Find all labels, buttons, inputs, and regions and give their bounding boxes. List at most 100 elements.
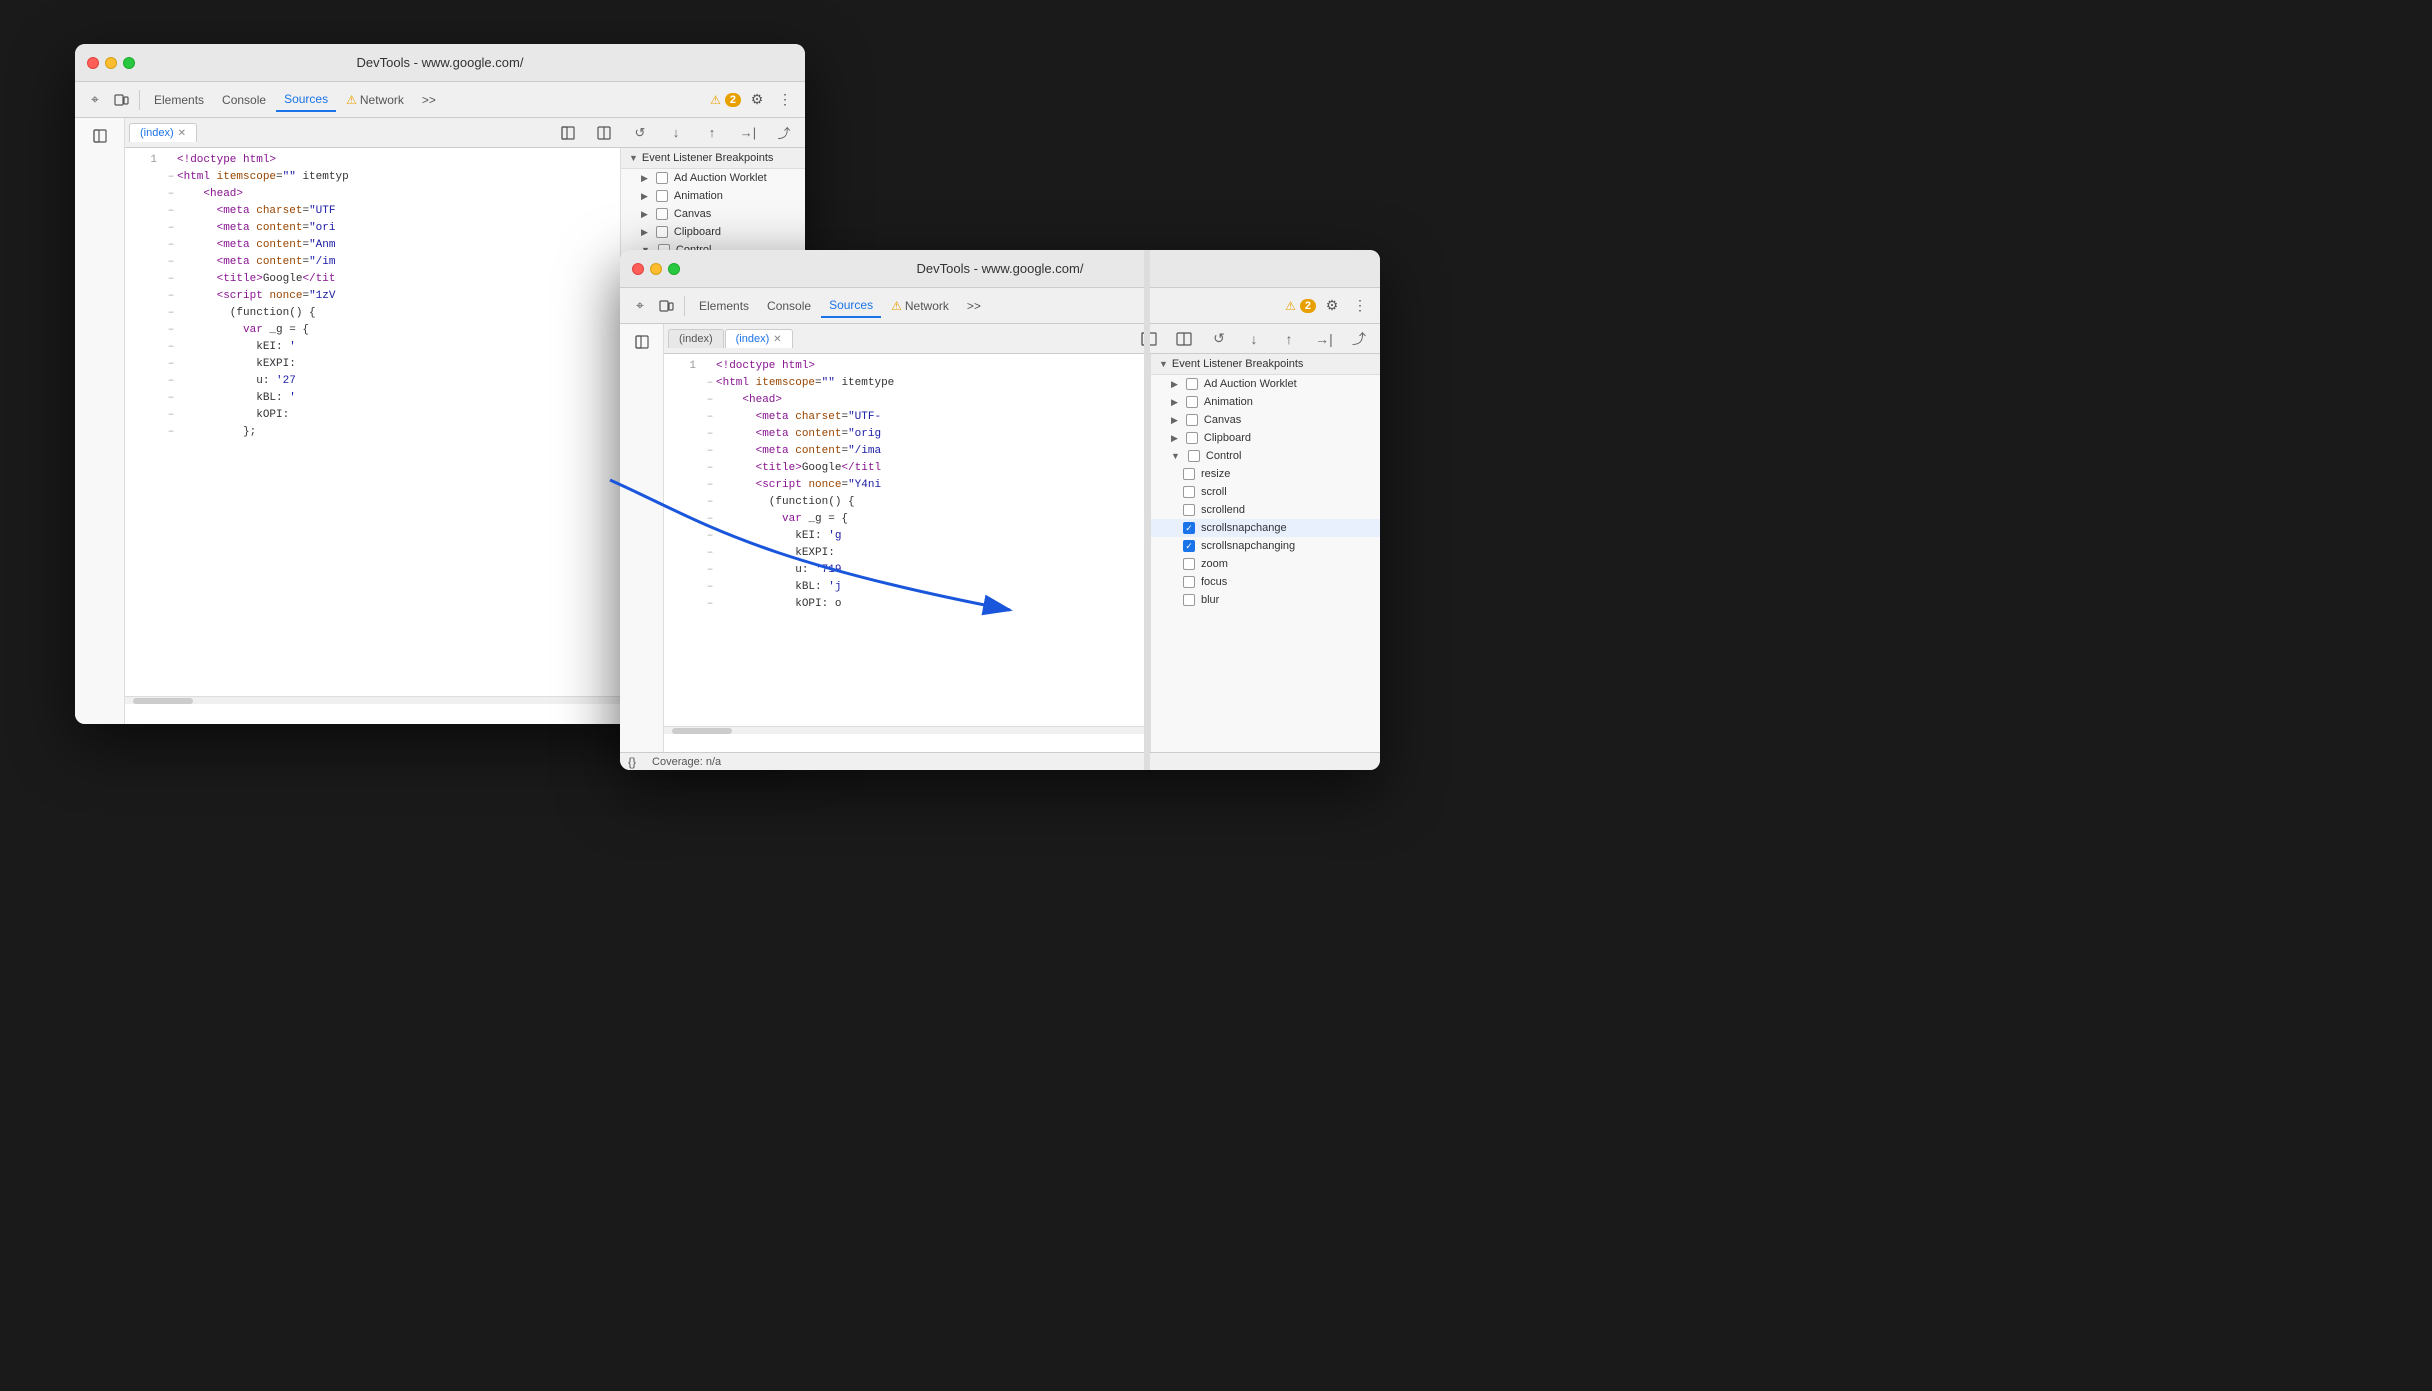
code-line: – <html itemscope="" itemtyp (125, 169, 620, 186)
bp-checkbox-w2-4[interactable] (1186, 432, 1198, 444)
tab-sources-1[interactable]: Sources (276, 88, 336, 112)
bp-sub-item-w2-zoom[interactable]: zoom (1151, 555, 1380, 573)
code-line: – <meta content="Anm (125, 237, 620, 254)
bp-checkbox-1[interactable] (656, 172, 668, 184)
bp-sub-checkbox-w2-scrollend[interactable] (1183, 504, 1195, 516)
close-button-1[interactable] (87, 57, 99, 69)
tab-network-1[interactable]: ⚠ Network (338, 89, 412, 111)
split-btn-2[interactable] (1167, 325, 1201, 353)
bp-sub-checkbox-w2-focus[interactable] (1183, 576, 1195, 588)
bp-sub-item-w2-blur[interactable]: blur (1151, 591, 1380, 609)
split-btn-1[interactable] (587, 119, 621, 147)
step-into-btn-1[interactable]: ↓ (659, 119, 693, 147)
bp-checkbox-w2-1[interactable] (1186, 378, 1198, 390)
step-out-btn-1[interactable]: ↑ (695, 119, 729, 147)
bp-sub-item-w2-focus[interactable]: focus (1151, 573, 1380, 591)
code-line: – <meta charset="UTF- (664, 409, 1150, 426)
bp-sub-checkbox-w2-zoom[interactable] (1183, 558, 1195, 570)
tab-elements-2[interactable]: Elements (691, 295, 757, 317)
bp-section-header-2[interactable]: ▼ Event Listener Breakpoints (1151, 354, 1380, 375)
minimize-button-1[interactable] (105, 57, 117, 69)
deactivate-btn-1[interactable]: ⤴ (767, 119, 801, 147)
step-into-2[interactable]: ↓ (1237, 325, 1271, 353)
step-over-btn-1[interactable]: ↺ (623, 119, 657, 147)
toolbar-right-1: ⚠ 2 ⚙ ⋮ (710, 88, 797, 112)
add-tab-btn-1[interactable] (551, 119, 585, 147)
bp-sub-item-w2-scrollsnapchange[interactable]: ✓ scrollsnapchange (1151, 519, 1380, 537)
bp-item-4[interactable]: ▶ Clipboard (621, 223, 805, 241)
code-editor-2[interactable]: 1 <!doctype html> – <html itemscope="" i… (664, 354, 1150, 752)
bp-checkbox-2[interactable] (656, 190, 668, 202)
tab-close-1[interactable]: ✕ (178, 128, 186, 139)
maximize-button-1[interactable] (123, 57, 135, 69)
bp-checkbox-w2-2[interactable] (1186, 396, 1198, 408)
more-icon-2[interactable]: ⋮ (1348, 294, 1372, 318)
source-tab-index-1[interactable]: (index) ✕ (129, 123, 197, 142)
bp-sub-checkbox-w2-scrollsnapchange[interactable]: ✓ (1183, 522, 1195, 534)
window-title-2: DevTools - www.google.com/ (917, 261, 1084, 276)
bp-sub-item-w2-scroll[interactable]: scroll (1151, 483, 1380, 501)
bp-checkbox-4[interactable] (656, 226, 668, 238)
code-line: – kEXPI: (664, 545, 1150, 562)
source-tab-index-2a[interactable]: (index) (668, 329, 724, 348)
tab-more-2[interactable]: >> (959, 295, 989, 317)
bp-item-1[interactable]: ▶ Ad Auction Worklet (621, 169, 805, 187)
more-icon-1[interactable]: ⋮ (773, 88, 797, 112)
code-editor-1[interactable]: 1 <!doctype html> – <html itemscope="" i… (125, 148, 620, 724)
bp-sub-item-w2-scrollend[interactable]: scrollend (1151, 501, 1380, 519)
code-line: – (function() { (664, 494, 1150, 511)
step-out-2[interactable]: ↑ (1272, 325, 1306, 353)
tab-network-2[interactable]: ⚠ Network (883, 295, 957, 317)
bp-item-w2-1[interactable]: ▶ Ad Auction Worklet (1151, 375, 1380, 393)
inspect-icon-1[interactable]: ⌖ (83, 88, 107, 112)
deactivate-2[interactable]: ⤴ (1342, 325, 1376, 353)
scrollbar-thumb-2[interactable] (672, 728, 732, 734)
device-icon-2[interactable] (654, 294, 678, 318)
bp-sub-item-w2-resize[interactable]: resize (1151, 465, 1380, 483)
step-btn-1[interactable]: →| (731, 119, 765, 147)
sidebar-toggle-2[interactable] (625, 328, 659, 356)
scrollbar-1[interactable] (125, 696, 620, 704)
bp-sub-checkbox-w2-blur[interactable] (1183, 594, 1195, 606)
bp-checkbox-w2-3[interactable] (1186, 414, 1198, 426)
close-button-2[interactable] (632, 263, 644, 275)
bp-sub-checkbox-w2-resize[interactable] (1183, 468, 1195, 480)
bp-checkbox-w2-5[interactable] (1188, 450, 1200, 462)
tab-sources-2[interactable]: Sources (821, 294, 881, 318)
tabs-bar-2: (index) (index) ✕ (664, 324, 1380, 354)
bp-item-w2-3[interactable]: ▶ Canvas (1151, 411, 1380, 429)
settings-icon-2[interactable]: ⚙ (1320, 294, 1344, 318)
bp-section-header-1[interactable]: ▼ Event Listener Breakpoints (621, 148, 805, 169)
sidebar-toggle-1[interactable] (83, 122, 117, 150)
code-line: – (function() { (125, 305, 620, 322)
traffic-lights-1[interactable] (87, 57, 135, 69)
code-line: – <script nonce="Y4ni (664, 477, 1150, 494)
scrollbar-thumb-1[interactable] (133, 698, 193, 704)
bp-item-2[interactable]: ▶ Animation (621, 187, 805, 205)
tab-console-2[interactable]: Console (759, 295, 819, 317)
tab-more-1[interactable]: >> (414, 89, 444, 111)
bp-item-w2-4[interactable]: ▶ Clipboard (1151, 429, 1380, 447)
source-tab-index-2b[interactable]: (index) ✕ (725, 329, 793, 348)
inspect-icon-2[interactable]: ⌖ (628, 294, 652, 318)
tab-elements-1[interactable]: Elements (146, 89, 212, 111)
bp-item-3[interactable]: ▶ Canvas (621, 205, 805, 223)
bp-sub-item-w2-scrollsnapchanging[interactable]: ✓ scrollsnapchanging (1151, 537, 1380, 555)
step-over-2[interactable]: ↺ (1202, 325, 1236, 353)
scrollbar-2[interactable] (664, 726, 1150, 734)
device-icon-1[interactable] (109, 88, 133, 112)
bp-sub-checkbox-w2-scrollsnapchanging[interactable]: ✓ (1183, 540, 1195, 552)
bp-checkbox-3[interactable] (656, 208, 668, 220)
tab-console-1[interactable]: Console (214, 89, 274, 111)
bp-item-w2-5[interactable]: ▼ Control (1151, 447, 1380, 465)
section-arrow-1: ▼ (629, 153, 638, 163)
step-btn-2[interactable]: →| (1307, 325, 1341, 353)
settings-icon-1[interactable]: ⚙ (745, 88, 769, 112)
bp-item-w2-2[interactable]: ▶ Animation (1151, 393, 1380, 411)
traffic-lights-2[interactable] (632, 263, 680, 275)
minimize-button-2[interactable] (650, 263, 662, 275)
tab-close-2[interactable]: ✕ (773, 334, 781, 345)
console-icon-2[interactable]: {} (628, 755, 636, 769)
bp-sub-checkbox-w2-scroll[interactable] (1183, 486, 1195, 498)
maximize-button-2[interactable] (668, 263, 680, 275)
